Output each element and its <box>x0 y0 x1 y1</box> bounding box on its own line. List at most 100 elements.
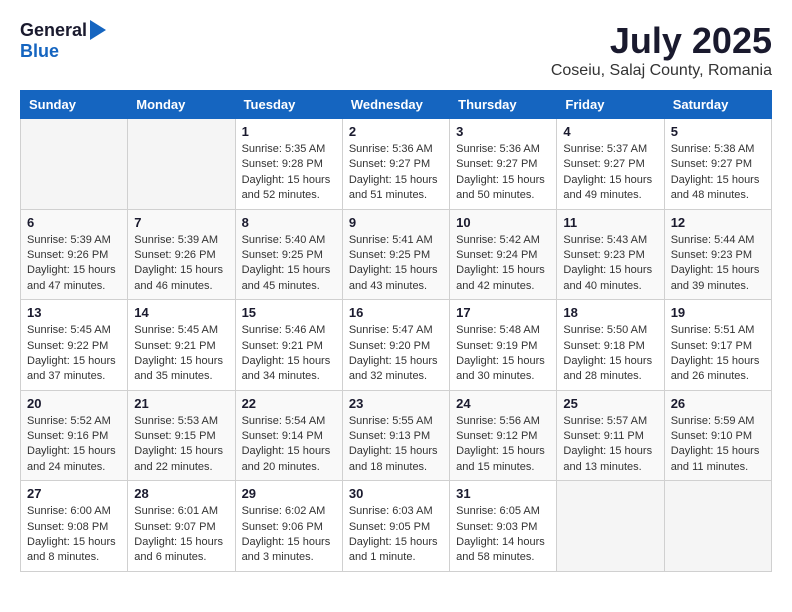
day-info: Sunrise: 5:56 AMSunset: 9:12 PMDaylight:… <box>456 414 550 476</box>
logo: General Blue <box>20 20 106 62</box>
weekday-header-row: SundayMondayTuesdayWednesdayThursdayFrid… <box>21 91 772 119</box>
day-info: Sunrise: 6:02 AMSunset: 9:06 PMDaylight:… <box>242 504 336 566</box>
logo-blue: Blue <box>20 41 59 62</box>
day-number: 2 <box>349 124 443 139</box>
day-number: 22 <box>242 396 336 411</box>
day-number: 20 <box>27 396 121 411</box>
day-number: 10 <box>456 215 550 230</box>
day-cell <box>128 119 235 210</box>
day-info: Sunrise: 5:36 AMSunset: 9:27 PMDaylight:… <box>456 142 550 204</box>
day-number: 27 <box>27 486 121 501</box>
day-number: 5 <box>671 124 765 139</box>
day-cell: 30Sunrise: 6:03 AMSunset: 9:05 PMDayligh… <box>342 481 449 572</box>
day-info: Sunrise: 5:39 AMSunset: 9:26 PMDaylight:… <box>134 233 228 295</box>
day-info: Sunrise: 5:43 AMSunset: 9:23 PMDaylight:… <box>563 233 657 295</box>
day-cell: 18 Sunrise: 5:50 AMSunset: 9:18 PMDayligh… <box>557 300 664 391</box>
day-cell: 9Sunrise: 5:41 AMSunset: 9:25 PMDaylight… <box>342 209 449 300</box>
day-info: Sunrise: 5:50 AMSunset: 9:18 PMDaylight:… <box>563 323 657 385</box>
day-cell: 5 Sunrise: 5:38 AMSunset: 9:27 PMDaylight… <box>664 119 771 210</box>
day-number: 16 <box>349 305 443 320</box>
day-number: 25 <box>563 396 657 411</box>
day-cell <box>21 119 128 210</box>
day-number: 23 <box>349 396 443 411</box>
day-cell: 14Sunrise: 5:45 AMSunset: 9:21 PMDayligh… <box>128 300 235 391</box>
day-cell: 13Sunrise: 5:45 AMSunset: 9:22 PMDayligh… <box>21 300 128 391</box>
day-number: 6 <box>27 215 121 230</box>
week-row-3: 13Sunrise: 5:45 AMSunset: 9:22 PMDayligh… <box>21 300 772 391</box>
logo-general: General <box>20 20 87 41</box>
day-info: Sunrise: 5:52 AMSunset: 9:16 PMDaylight:… <box>27 414 121 476</box>
day-number: 12 <box>671 215 765 230</box>
day-cell: 28 Sunrise: 6:01 AMSunset: 9:07 PMDayligh… <box>128 481 235 572</box>
day-number: 18 <box>563 305 657 320</box>
day-info: Sunrise: 5:59 AMSunset: 9:10 PMDaylight:… <box>671 414 765 476</box>
page-header: General Blue July 2025 Coseiu, Salaj Cou… <box>20 20 772 80</box>
weekday-sunday: Sunday <box>21 91 128 119</box>
day-info: Sunrise: 6:00 AMSunset: 9:08 PMDaylight:… <box>27 504 121 566</box>
day-number: 29 <box>242 486 336 501</box>
day-info: Sunrise: 5:42 AMSunset: 9:24 PMDaylight:… <box>456 233 550 295</box>
day-info: Sunrise: 5:51 AMSunset: 9:17 PMDaylight:… <box>671 323 765 385</box>
day-cell: 15Sunrise: 5:46 AMSunset: 9:21 PMDayligh… <box>235 300 342 391</box>
day-cell: 20 Sunrise: 5:52 AMSunset: 9:16 PMDayligh… <box>21 390 128 481</box>
month-title: July 2025 <box>551 20 772 62</box>
day-info: Sunrise: 5:47 AMSunset: 9:20 PMDaylight:… <box>349 323 443 385</box>
day-info: Sunrise: 5:45 AMSunset: 9:22 PMDaylight:… <box>27 323 121 385</box>
day-number: 4 <box>563 124 657 139</box>
calendar-table: SundayMondayTuesdayWednesdayThursdayFrid… <box>20 90 772 572</box>
day-cell: 22Sunrise: 5:54 AMSunset: 9:14 PMDayligh… <box>235 390 342 481</box>
day-info: Sunrise: 5:44 AMSunset: 9:23 PMDaylight:… <box>671 233 765 295</box>
day-info: Sunrise: 5:40 AMSunset: 9:25 PMDaylight:… <box>242 233 336 295</box>
day-cell: 19 Sunrise: 5:51 AMSunset: 9:17 PMDayligh… <box>664 300 771 391</box>
day-number: 24 <box>456 396 550 411</box>
weekday-tuesday: Tuesday <box>235 91 342 119</box>
day-cell: 7Sunrise: 5:39 AMSunset: 9:26 PMDaylight… <box>128 209 235 300</box>
day-cell: 31Sunrise: 6:05 AMSunset: 9:03 PMDayligh… <box>450 481 557 572</box>
week-row-5: 27 Sunrise: 6:00 AMSunset: 9:08 PMDayligh… <box>21 481 772 572</box>
day-number: 21 <box>134 396 228 411</box>
weekday-monday: Monday <box>128 91 235 119</box>
day-number: 11 <box>563 215 657 230</box>
day-cell: 21 Sunrise: 5:53 AMSunset: 9:15 PMDayligh… <box>128 390 235 481</box>
day-cell: 26 Sunrise: 5:59 AMSunset: 9:10 PMDayligh… <box>664 390 771 481</box>
day-info: Sunrise: 5:53 AMSunset: 9:15 PMDaylight:… <box>134 414 228 476</box>
weekday-friday: Friday <box>557 91 664 119</box>
day-number: 9 <box>349 215 443 230</box>
weekday-wednesday: Wednesday <box>342 91 449 119</box>
day-number: 8 <box>242 215 336 230</box>
day-cell: 3 Sunrise: 5:36 AMSunset: 9:27 PMDaylight… <box>450 119 557 210</box>
day-info: Sunrise: 5:36 AMSunset: 9:27 PMDaylight:… <box>349 142 443 204</box>
day-info: Sunrise: 5:35 AMSunset: 9:28 PMDaylight:… <box>242 142 336 204</box>
day-cell: 2 Sunrise: 5:36 AMSunset: 9:27 PMDaylight… <box>342 119 449 210</box>
day-cell: 1 Sunrise: 5:35 AMSunset: 9:28 PMDaylight… <box>235 119 342 210</box>
day-cell: 24 Sunrise: 5:56 AMSunset: 9:12 PMDayligh… <box>450 390 557 481</box>
day-info: Sunrise: 5:45 AMSunset: 9:21 PMDaylight:… <box>134 323 228 385</box>
day-info: Sunrise: 5:39 AMSunset: 9:26 PMDaylight:… <box>27 233 121 295</box>
day-number: 17 <box>456 305 550 320</box>
week-row-1: 1 Sunrise: 5:35 AMSunset: 9:28 PMDaylight… <box>21 119 772 210</box>
day-info: Sunrise: 5:57 AMSunset: 9:11 PMDaylight:… <box>563 414 657 476</box>
day-info: Sunrise: 6:01 AMSunset: 9:07 PMDaylight:… <box>134 504 228 566</box>
day-cell: 4 Sunrise: 5:37 AMSunset: 9:27 PMDaylight… <box>557 119 664 210</box>
day-cell: 27 Sunrise: 6:00 AMSunset: 9:08 PMDayligh… <box>21 481 128 572</box>
day-info: Sunrise: 5:37 AMSunset: 9:27 PMDaylight:… <box>563 142 657 204</box>
day-cell: 11 Sunrise: 5:43 AMSunset: 9:23 PMDayligh… <box>557 209 664 300</box>
day-cell: 8 Sunrise: 5:40 AMSunset: 9:25 PMDaylight… <box>235 209 342 300</box>
day-number: 31 <box>456 486 550 501</box>
day-cell: 16 Sunrise: 5:47 AMSunset: 9:20 PMDayligh… <box>342 300 449 391</box>
week-row-2: 6 Sunrise: 5:39 AMSunset: 9:26 PMDaylight… <box>21 209 772 300</box>
day-number: 26 <box>671 396 765 411</box>
weekday-thursday: Thursday <box>450 91 557 119</box>
day-number: 3 <box>456 124 550 139</box>
day-cell: 12 Sunrise: 5:44 AMSunset: 9:23 PMDayligh… <box>664 209 771 300</box>
week-row-4: 20 Sunrise: 5:52 AMSunset: 9:16 PMDayligh… <box>21 390 772 481</box>
day-number: 1 <box>242 124 336 139</box>
title-block: July 2025 Coseiu, Salaj County, Romania <box>551 20 772 80</box>
logo-arrow-icon <box>90 20 106 40</box>
day-info: Sunrise: 5:48 AMSunset: 9:19 PMDaylight:… <box>456 323 550 385</box>
day-number: 19 <box>671 305 765 320</box>
day-number: 28 <box>134 486 228 501</box>
weekday-saturday: Saturday <box>664 91 771 119</box>
day-cell <box>557 481 664 572</box>
day-info: Sunrise: 5:38 AMSunset: 9:27 PMDaylight:… <box>671 142 765 204</box>
